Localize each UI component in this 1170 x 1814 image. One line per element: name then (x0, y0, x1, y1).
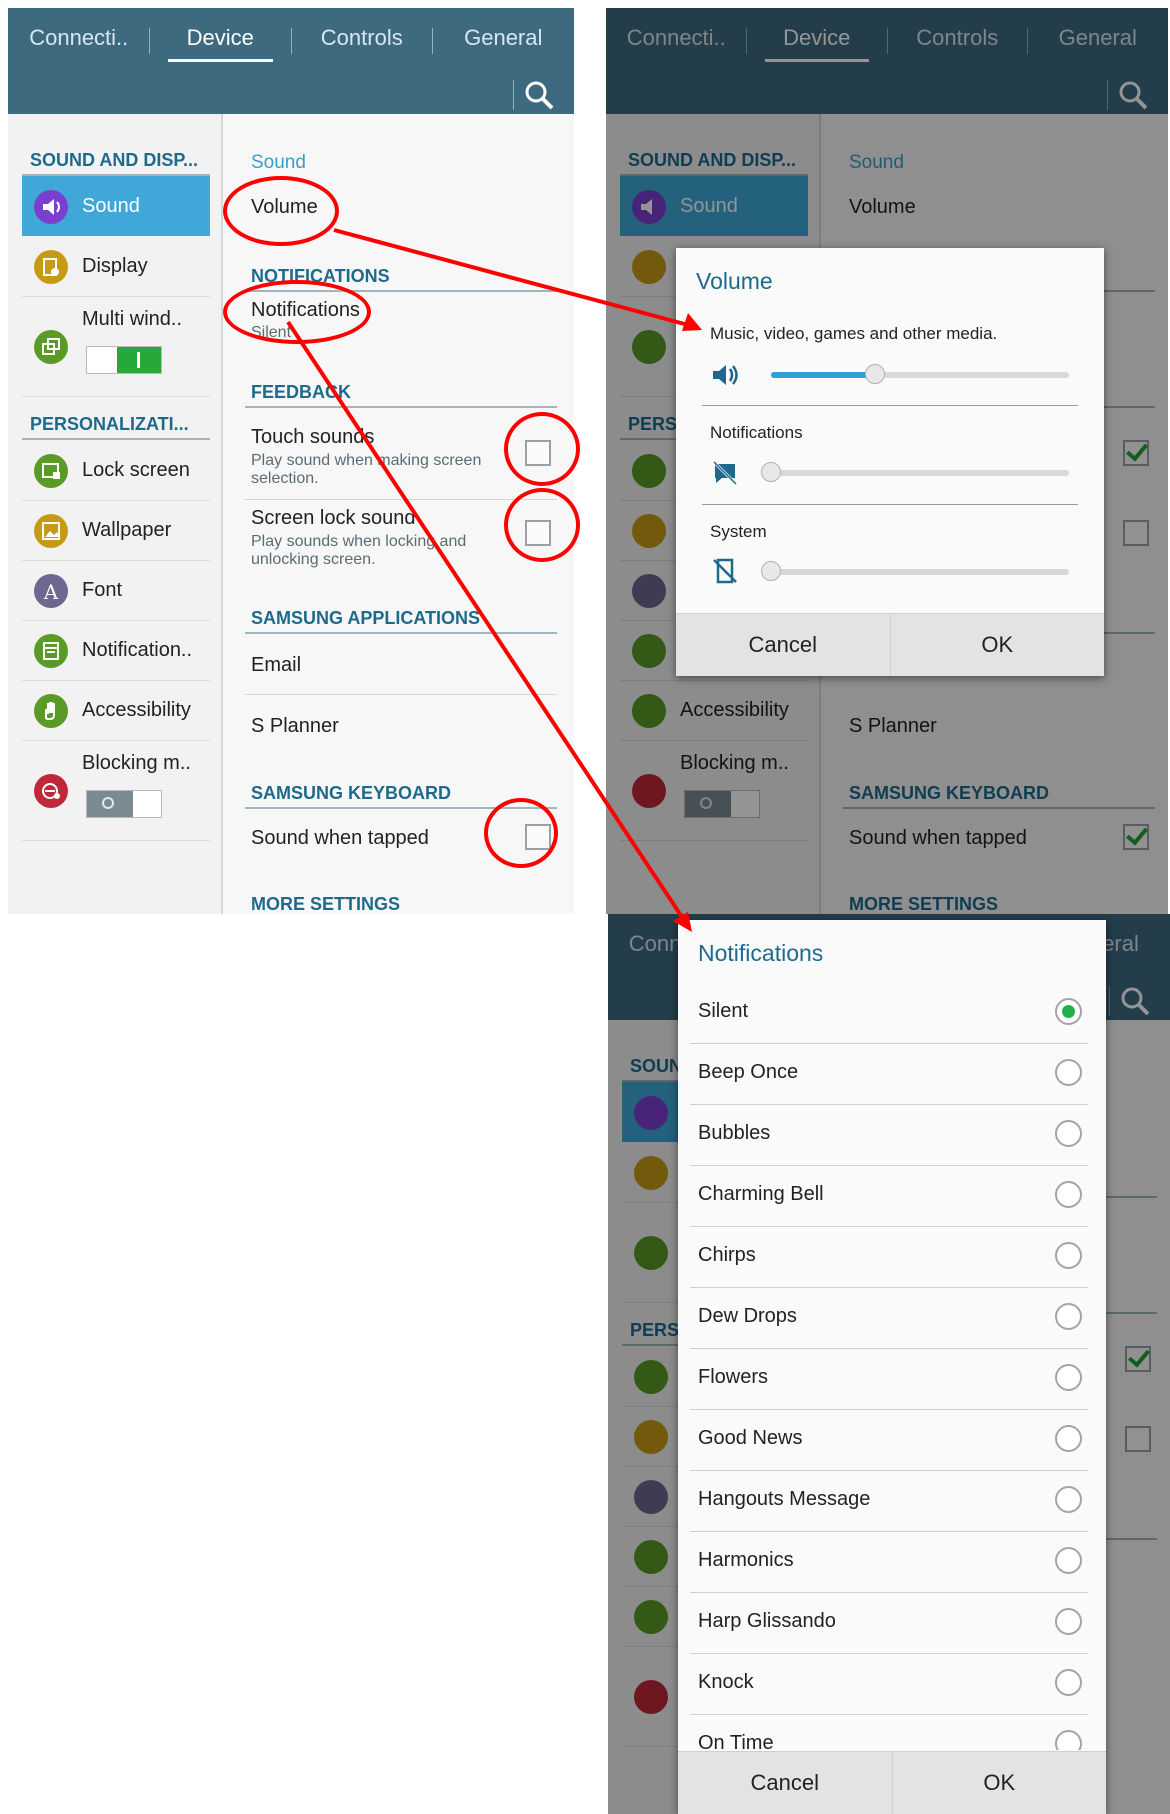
arrowhead (682, 313, 702, 331)
arrow-to-volume-dialog (333, 228, 693, 328)
arrow-to-notifications-dialog (286, 320, 686, 922)
annotation-arrows (286, 228, 702, 932)
